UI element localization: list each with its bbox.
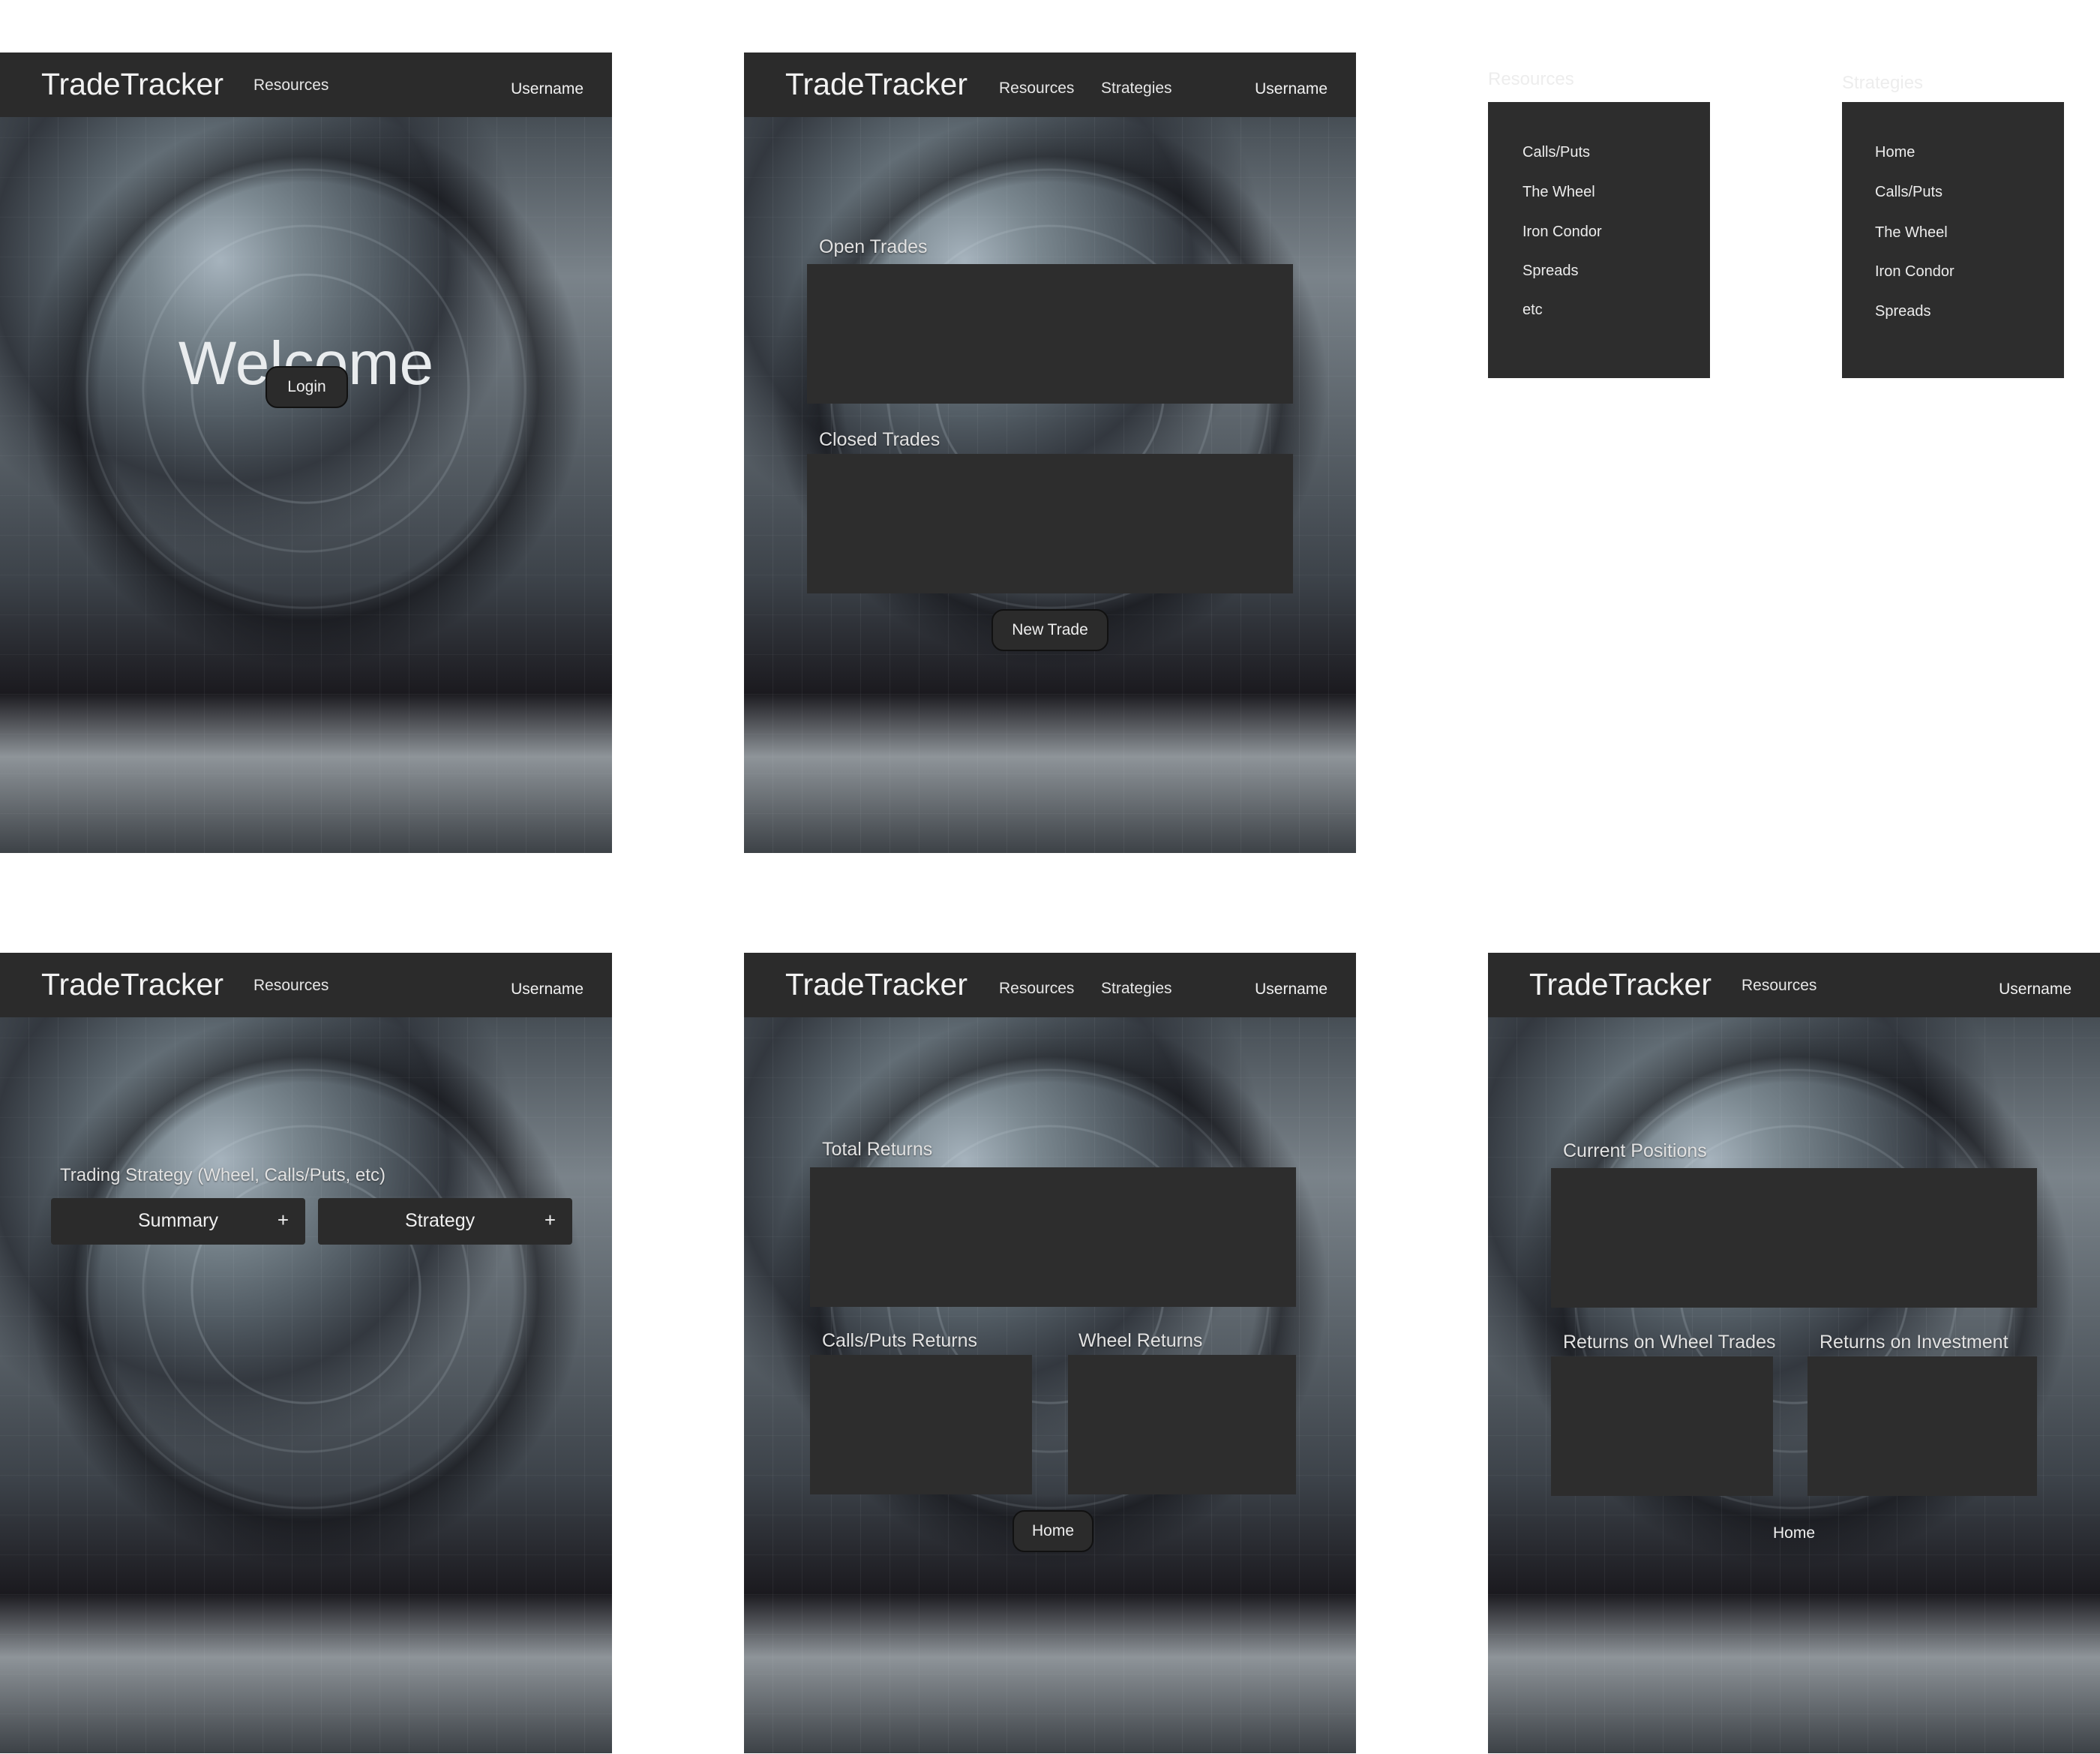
new-trade-button[interactable]: New Trade: [992, 609, 1108, 651]
brand-logo[interactable]: TradeTracker: [785, 967, 968, 1002]
current-positions-label: Current Positions: [1563, 1140, 1707, 1161]
username-link[interactable]: Username: [1255, 981, 1328, 999]
wheel-trades-label: Returns on Wheel Trades: [1563, 1332, 1776, 1353]
nav-resources-link[interactable]: Resources: [999, 80, 1074, 98]
brand-logo[interactable]: TradeTracker: [785, 67, 968, 102]
strategy-accordion[interactable]: Strategy +: [318, 1198, 572, 1245]
strategy-expand-icon[interactable]: +: [544, 1209, 556, 1232]
home-button[interactable]: Home: [1012, 1510, 1094, 1552]
username-link[interactable]: Username: [1999, 981, 2072, 999]
brand-logo[interactable]: TradeTracker: [41, 967, 224, 1002]
calls-puts-returns-panel: [810, 1355, 1032, 1494]
wheel-returns-panel: [1068, 1355, 1296, 1494]
roi-label: Returns on Investment: [1820, 1332, 2008, 1353]
wheel-returns-label: Wheel Returns: [1078, 1330, 1203, 1351]
username-link[interactable]: Username: [511, 80, 584, 98]
strategies-dropdown-title: Strategies: [1842, 73, 1924, 93]
strategies-item-spreads[interactable]: Spreads: [1875, 303, 1931, 320]
summary-expand-icon[interactable]: +: [278, 1209, 289, 1232]
username-link[interactable]: Username: [1255, 80, 1328, 98]
total-returns-panel: [810, 1167, 1296, 1307]
login-screen: TradeTracker Resources Username Welcome …: [0, 53, 612, 853]
nav-resources-link[interactable]: Resources: [999, 980, 1074, 998]
closed-trades-label: Closed Trades: [819, 429, 940, 450]
open-trades-panel: [807, 264, 1293, 404]
resources-item-the-wheel[interactable]: The Wheel: [1522, 184, 1595, 201]
nav-resources-link[interactable]: Resources: [254, 77, 328, 95]
resources-item-spreads[interactable]: Spreads: [1522, 263, 1579, 280]
open-trades-label: Open Trades: [819, 236, 928, 257]
strategies-item-the-wheel[interactable]: The Wheel: [1875, 224, 1948, 242]
nav-strategies-link[interactable]: Strategies: [1101, 980, 1172, 998]
total-returns-label: Total Returns: [822, 1139, 933, 1160]
calls-puts-returns-label: Calls/Puts Returns: [822, 1330, 978, 1351]
username-link[interactable]: Username: [511, 981, 584, 999]
login-button[interactable]: Login: [266, 366, 348, 408]
current-positions-panel: [1551, 1168, 2037, 1308]
resources-dropdown-title: Resources: [1488, 69, 1574, 89]
wheel-trades-panel: [1551, 1356, 1773, 1496]
strategies-item-iron-condor[interactable]: Iron Condor: [1875, 263, 1954, 281]
navbar: TradeTracker Resources Username: [0, 53, 612, 117]
brand-logo[interactable]: TradeTracker: [1529, 967, 1712, 1002]
navbar: TradeTracker Resources Strategies Userna…: [744, 953, 1356, 1017]
roi-panel: [1808, 1356, 2037, 1496]
resources-dropdown: Calls/Puts The Wheel Iron Condor Spreads…: [1488, 102, 1710, 378]
trades-screen: TradeTracker Resources Strategies Userna…: [744, 53, 1356, 853]
nav-resources-link[interactable]: Resources: [254, 977, 328, 995]
nav-strategies-link[interactable]: Strategies: [1101, 80, 1172, 98]
resources-item-iron-condor[interactable]: Iron Condor: [1522, 224, 1602, 241]
navbar: TradeTracker Resources Strategies Userna…: [744, 53, 1356, 117]
returns-screen: TradeTracker Resources Strategies Userna…: [744, 953, 1356, 1753]
summary-accordion[interactable]: Summary +: [51, 1198, 305, 1245]
closed-trades-panel: [807, 454, 1293, 593]
summary-label: Summary: [138, 1210, 218, 1231]
strategy-label: Strategy: [405, 1210, 476, 1231]
brand-logo[interactable]: TradeTracker: [41, 67, 224, 102]
strategies-item-home[interactable]: Home: [1875, 144, 1915, 161]
resources-item-calls-puts[interactable]: Calls/Puts: [1522, 144, 1590, 161]
trading-strategy-label: Trading Strategy (Wheel, Calls/Puts, etc…: [60, 1165, 386, 1185]
nav-resources-link[interactable]: Resources: [1742, 977, 1816, 995]
strategies-item-calls-puts[interactable]: Calls/Puts: [1875, 184, 1942, 201]
navbar: TradeTracker Resources Username: [0, 953, 612, 1017]
strategies-dropdown: Home Calls/Puts The Wheel Iron Condor Sp…: [1842, 102, 2064, 378]
navbar: TradeTracker Resources Username: [1488, 953, 2100, 1017]
strategy-screen: TradeTracker Resources Username Trading …: [0, 953, 612, 1753]
positions-screen: TradeTracker Resources Username Current …: [1488, 953, 2100, 1753]
resources-item-etc[interactable]: etc: [1522, 302, 1543, 319]
home-link[interactable]: Home: [1773, 1524, 1815, 1542]
